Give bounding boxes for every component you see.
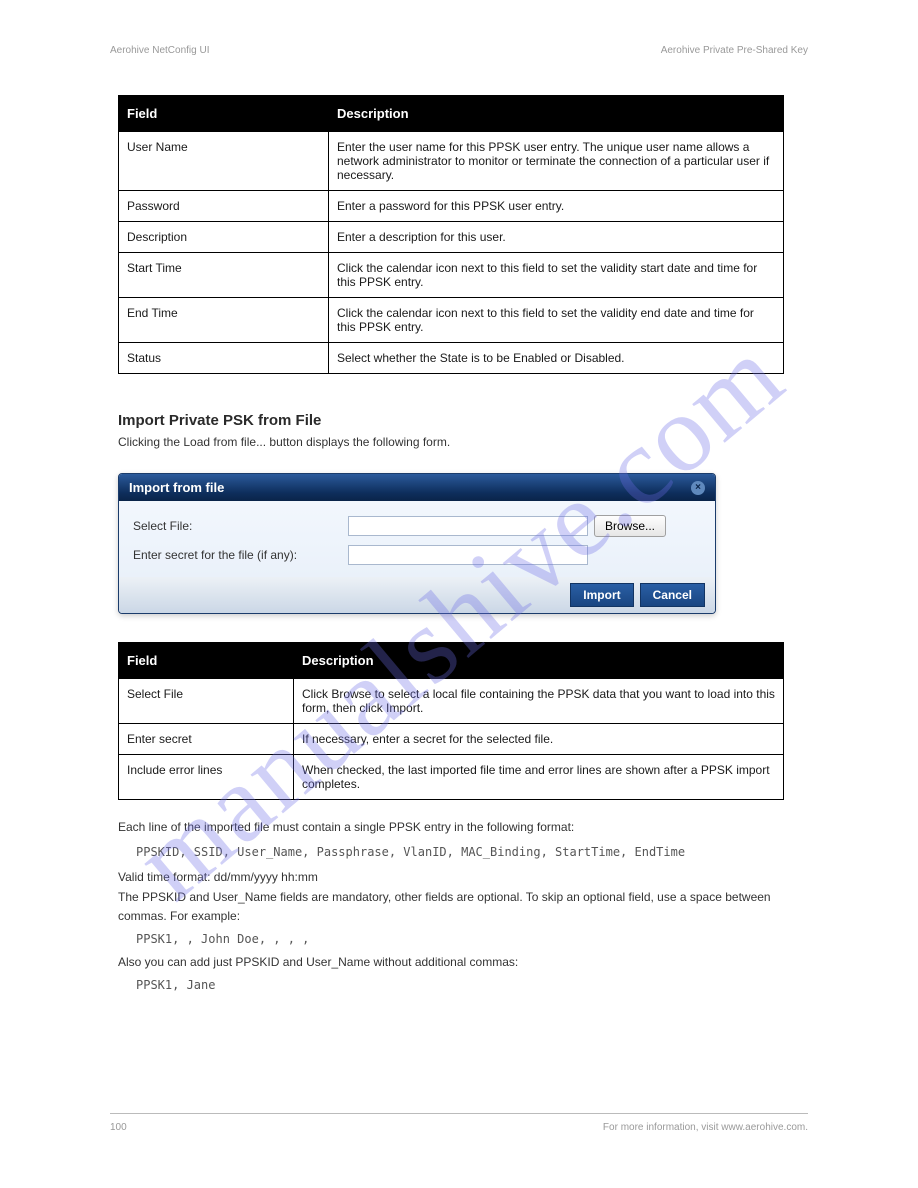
page-footer: 100 For more information, visit www.aero… (110, 1113, 808, 1133)
ppsk-format-line: PPSKID, SSID, User_Name, Passphrase, Vla… (136, 843, 783, 862)
ppsk-format-block: Each line of the imported file must cont… (118, 818, 783, 996)
cell-desc: Select whether the State is to be Enable… (329, 343, 784, 374)
dialog-body: Select File: Browse... Enter secret for … (119, 501, 715, 577)
dialog-title-text: Import from file (129, 480, 224, 495)
col-header-description: Description (329, 96, 784, 132)
browse-button[interactable]: Browse... (594, 515, 666, 537)
select-file-label: Select File: (133, 519, 348, 533)
table-row: Password Enter a password for this PPSK … (119, 191, 784, 222)
cell-desc: If necessary, enter a secret for the sel… (294, 724, 784, 755)
cell-field: Password (119, 191, 329, 222)
cell-field: Enter secret (119, 724, 294, 755)
cell-desc: Click Browse to select a local file cont… (294, 679, 784, 724)
ppsk-optional-note: The PPSKID and User_Name fields are mand… (118, 888, 783, 926)
cell-field: End Time (119, 298, 329, 343)
cell-desc: Click the calendar icon next to this fie… (329, 298, 784, 343)
secret-input[interactable] (348, 545, 588, 565)
cell-field: Include error lines (119, 755, 294, 800)
table-row: Start Time Click the calendar icon next … (119, 253, 784, 298)
select-file-row: Select File: Browse... (133, 511, 701, 541)
cell-desc: Enter a description for this user. (329, 222, 784, 253)
secret-label: Enter secret for the file (if any): (133, 548, 348, 562)
ppsk-format-intro: Each line of the imported file must cont… (118, 818, 783, 837)
select-file-input[interactable] (348, 516, 588, 536)
secret-row: Enter secret for the file (if any): (133, 541, 701, 569)
table-row: Status Select whether the State is to be… (119, 343, 784, 374)
table-row: Description Enter a description for this… (119, 222, 784, 253)
col-header-description: Description (294, 643, 784, 679)
cell-field: User Name (119, 132, 329, 191)
cell-desc: Enter the user name for this PPSK user e… (329, 132, 784, 191)
col-header-field: Field (119, 643, 294, 679)
close-icon[interactable]: × (691, 481, 705, 495)
cell-field: Select File (119, 679, 294, 724)
table-header-row: Field Description (119, 643, 784, 679)
import-fields-table: Field Description Select File Click Brow… (118, 642, 784, 800)
footer-note: For more information, visit www.aerohive… (603, 1122, 808, 1133)
ppsk-example-2: PPSK1, Jane (136, 976, 783, 995)
section-subtitle-import: Clicking the Load from file... button di… (118, 435, 808, 449)
section-title-import: Import Private PSK from File (118, 412, 808, 429)
import-button[interactable]: Import (570, 583, 633, 607)
table-row: Select File Click Browse to select a loc… (119, 679, 784, 724)
cell-desc: Click the calendar icon next to this fie… (329, 253, 784, 298)
table-row: User Name Enter the user name for this P… (119, 132, 784, 191)
page-number: 100 (110, 1122, 127, 1133)
table-row: End Time Click the calendar icon next to… (119, 298, 784, 343)
cell-desc: Enter a password for this PPSK user entr… (329, 191, 784, 222)
ppsk-second-example-intro: Also you can add just PPSKID and User_Na… (118, 953, 783, 972)
import-dialog: Import from file × Select File: Browse..… (118, 473, 716, 614)
cell-desc: When checked, the last imported file tim… (294, 755, 784, 800)
col-header-field: Field (119, 96, 329, 132)
cancel-button[interactable]: Cancel (640, 583, 705, 607)
table-row: Include error lines When checked, the la… (119, 755, 784, 800)
cell-field: Start Time (119, 253, 329, 298)
dialog-titlebar: Import from file × (119, 474, 715, 501)
ppsk-fields-table: Field Description User Name Enter the us… (118, 95, 784, 374)
cell-field: Description (119, 222, 329, 253)
ppsk-valid-time: Valid time format: dd/mm/yyyy hh:mm (118, 868, 783, 887)
dialog-footer: Import Cancel (119, 577, 715, 613)
cell-field: Status (119, 343, 329, 374)
ppsk-example-1: PPSK1, , John Doe, , , , (136, 930, 783, 949)
table-header-row: Field Description (119, 96, 784, 132)
table-row: Enter secret If necessary, enter a secre… (119, 724, 784, 755)
